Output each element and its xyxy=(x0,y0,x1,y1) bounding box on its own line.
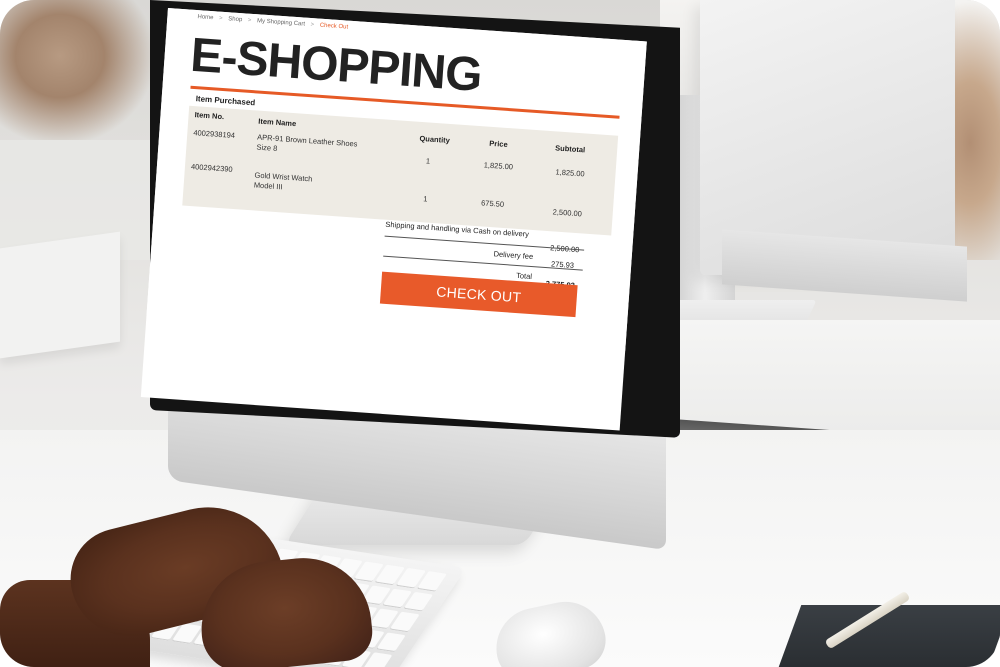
row2-item-name: Gold Wrist Watch Model III xyxy=(253,170,313,194)
row1-subtotal: 1,825.00 xyxy=(555,167,585,179)
photo-scene: Home > Shop > My Shopping Cart > Check O… xyxy=(0,0,1000,667)
breadcrumb-checkout: Check Out xyxy=(319,22,349,31)
background-blur xyxy=(0,0,150,140)
breadcrumb-shop[interactable]: Shop xyxy=(228,16,242,23)
monitor-screen: Home > Shop > My Shopping Cart > Check O… xyxy=(140,8,647,431)
breadcrumb-home[interactable]: Home xyxy=(197,14,213,21)
breadcrumb-separator: > xyxy=(218,15,223,22)
row2-subtotal: 2,500.00 xyxy=(552,207,583,219)
checkout-page: Home > Shop > My Shopping Cart > Check O… xyxy=(140,8,647,431)
delivery-label: Delivery fee xyxy=(493,249,534,262)
row2-quantity: 1 xyxy=(423,194,428,204)
row1-quantity: 1 xyxy=(425,156,431,166)
total-label: Total xyxy=(515,270,533,282)
breadcrumb-separator: > xyxy=(310,21,315,29)
breadcrumb-separator: > xyxy=(247,17,252,24)
column-header-price: Price xyxy=(489,138,508,150)
background-desk xyxy=(0,231,120,359)
row1-price: 1,825.00 xyxy=(483,160,514,172)
notebook xyxy=(778,605,1000,667)
breadcrumb-cart[interactable]: My Shopping Cart xyxy=(257,18,305,27)
row2-price: 675.50 xyxy=(480,198,505,209)
section-label: Item Purchased xyxy=(195,94,256,108)
